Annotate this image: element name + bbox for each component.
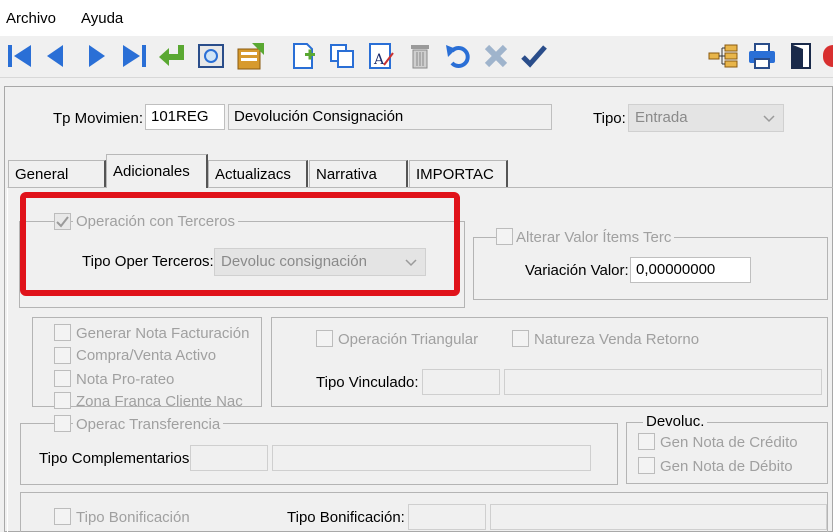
copy-icon[interactable] xyxy=(326,40,358,72)
prev-record-icon[interactable] xyxy=(40,40,72,72)
tipo-complementarios-desc-field xyxy=(272,445,591,471)
operacion-triangular-label: Operación Triangular xyxy=(338,331,479,348)
operacion-triangular-checkbox[interactable] xyxy=(316,330,333,347)
tipo-bonificacion-code-field[interactable] xyxy=(408,504,486,530)
devoluc-legend: Devoluc. xyxy=(643,413,708,430)
zona-franca-label: Zona Franca Cliente Nac xyxy=(76,393,243,410)
alterar-check-label: Alterar Valor Ítems Terc xyxy=(513,229,675,246)
tipo-complementarios-label: Tipo Complementarios: xyxy=(39,450,194,467)
highlight-annotation xyxy=(20,192,460,296)
undo-icon[interactable] xyxy=(442,40,474,72)
compra-venta-label: Compra/Venta Activo xyxy=(76,347,217,364)
nota-prorateo-label: Nota Pro-rateo xyxy=(76,371,175,388)
chevron-down-icon xyxy=(763,111,775,128)
tipo-vinculado-code-field[interactable] xyxy=(422,369,500,395)
tab-general-label: General xyxy=(15,166,69,183)
cancel-icon[interactable] xyxy=(480,40,512,72)
tipo-bonificacion-desc-field xyxy=(490,504,827,530)
tab-importac[interactable]: IMPORTAC xyxy=(409,160,508,187)
trash-icon[interactable] xyxy=(404,40,436,72)
operac-transferencia-checkbox[interactable] xyxy=(54,415,71,432)
natureza-venda-checkbox[interactable] xyxy=(512,330,529,347)
tipo-bonificacion-checkbox[interactable] xyxy=(54,508,71,525)
generar-nota-label: Generar Nota Facturación xyxy=(76,325,250,342)
variacion-valor-label: Variación Valor: xyxy=(525,262,629,279)
tab-actualizacs[interactable]: Actualizacs xyxy=(208,160,308,187)
tab-narrativa[interactable]: Narrativa xyxy=(309,160,408,187)
exit-door-icon[interactable] xyxy=(785,40,817,72)
tipo-vinculado-label: Tipo Vinculado: xyxy=(316,374,419,391)
edit-icon[interactable] xyxy=(234,40,266,72)
tab-adicionales[interactable]: Adicionales xyxy=(106,154,208,188)
tab-adicionales-label: Adicionales xyxy=(113,163,190,180)
menu-bar: Archivo Ayuda xyxy=(0,0,833,36)
gen-nota-debito-checkbox[interactable] xyxy=(638,457,655,474)
last-record-icon[interactable] xyxy=(118,40,150,72)
tree-icon[interactable] xyxy=(707,40,739,72)
tab-actualizacs-label: Actualizacs xyxy=(215,166,291,183)
preview-icon[interactable] xyxy=(195,40,227,72)
tp-movimien-code-field[interactable]: 101REG xyxy=(145,104,225,130)
tipo-select-value: Entrada xyxy=(635,109,688,126)
generar-nota-checkbox[interactable] xyxy=(54,324,71,341)
svg-text:A: A xyxy=(373,52,385,68)
alterar-checkbox[interactable] xyxy=(496,228,513,245)
print-icon[interactable] xyxy=(746,40,778,72)
gen-nota-credito-checkbox[interactable] xyxy=(638,433,655,450)
variacion-valor-field[interactable]: 0,00000000 xyxy=(630,257,751,283)
tipo-vinculado-desc-field xyxy=(504,369,822,395)
first-record-icon[interactable] xyxy=(4,40,36,72)
new-document-icon[interactable] xyxy=(287,40,319,72)
nota-prorateo-checkbox[interactable] xyxy=(54,370,71,387)
confirm-icon[interactable] xyxy=(518,40,550,72)
tp-movimien-label: Tp Movimien: xyxy=(53,110,144,127)
tipo-select: Entrada xyxy=(628,104,784,132)
next-record-icon[interactable] xyxy=(80,40,112,72)
gen-nota-credito-label: Gen Nota de Crédito xyxy=(660,434,798,451)
tipo-complementarios-code-field[interactable] xyxy=(190,445,268,471)
natureza-venda-label: Natureza Venda Retorno xyxy=(534,331,700,348)
operac-transferencia-label: Operac Transferencia xyxy=(73,416,224,433)
tipo-label: Tipo: xyxy=(593,110,626,127)
rename-icon[interactable]: A xyxy=(365,40,397,72)
tp-movimien-desc-field: Devolución Consignación xyxy=(228,104,552,130)
menu-ayuda[interactable]: Ayuda xyxy=(81,10,123,27)
compra-venta-checkbox[interactable] xyxy=(54,347,71,364)
tab-general[interactable]: General xyxy=(8,160,106,187)
enter-icon[interactable] xyxy=(157,40,189,72)
tipo-bonificacion-check-label: Tipo Bonificación xyxy=(76,509,190,526)
tab-importac-label: IMPORTAC xyxy=(416,166,494,183)
tab-narrativa-label: Narrativa xyxy=(316,166,377,183)
tipo-bonificacion-field-label: Tipo Bonificación: xyxy=(287,509,405,526)
zona-franca-checkbox[interactable] xyxy=(54,392,71,409)
gen-nota-debito-label: Gen Nota de Débito xyxy=(660,458,793,475)
menu-archivo[interactable]: Archivo xyxy=(6,10,56,27)
